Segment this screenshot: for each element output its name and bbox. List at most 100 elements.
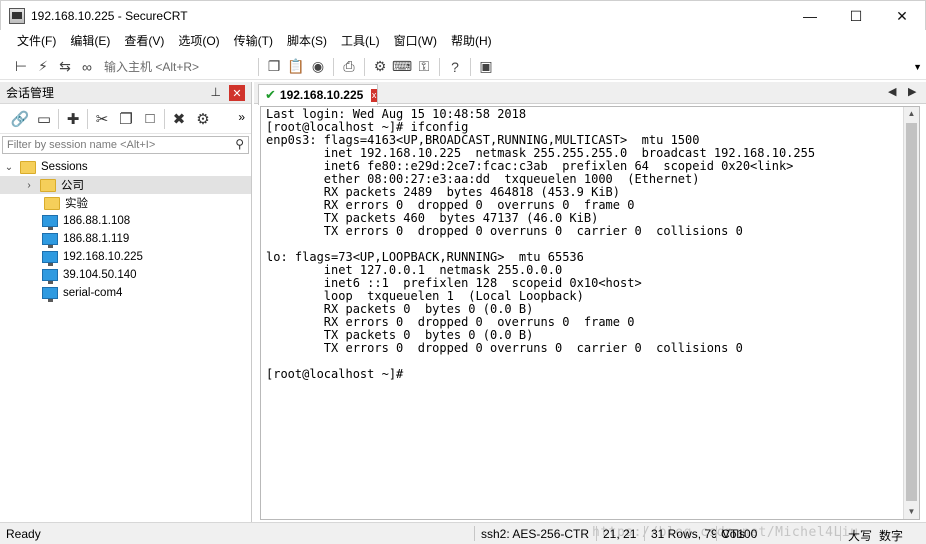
connect-icon[interactable]: ⊢ [10, 56, 32, 78]
close-icon[interactable]: x [371, 88, 377, 102]
terminal-view[interactable]: Last login: Wed Aug 15 10:48:58 2018 [roo… [260, 106, 920, 520]
cut-icon[interactable]: ✂ [90, 107, 114, 131]
menu-edit[interactable]: 编辑(E) [63, 30, 117, 52]
scroll-up-icon[interactable]: ▲ [904, 107, 919, 121]
chevron-right-icon[interactable]: ▶ [908, 85, 916, 98]
chevron-down-icon[interactable]: ⌄ [2, 162, 16, 173]
menu-transfer[interactable]: 传输(T) [227, 30, 280, 52]
toolbar-separator [258, 57, 259, 76]
toolbar-separator [164, 108, 165, 129]
reconnect-icon[interactable]: ⇆ [54, 56, 76, 78]
status-separator [596, 526, 597, 541]
terminal-line: TX errors 0 dropped 0 overruns 0 carrier… [266, 224, 743, 238]
delete-icon[interactable]: ✖ [167, 107, 191, 131]
status-caps: 大写 [848, 529, 873, 543]
folder-icon [44, 196, 60, 210]
monitor-icon [42, 269, 58, 284]
tree-item-sessions[interactable]: ⌄ Sessions [0, 158, 251, 176]
pin-icon[interactable]: ⊥ [211, 85, 221, 99]
tree-item-session[interactable]: 39.104.50.140 [0, 266, 251, 284]
tree-item-session[interactable]: 186.88.1.108 [0, 212, 251, 230]
key-icon[interactable]: ⚿ [413, 56, 435, 78]
paste-icon[interactable]: □ [138, 107, 162, 131]
tree-item-folder[interactable]: › 公司 [0, 176, 251, 194]
status-separator [716, 526, 717, 541]
menu-window[interactable]: 窗口(W) [387, 30, 444, 52]
tree-label: 公司 [61, 180, 84, 192]
window-icon[interactable]: ▭ [32, 107, 56, 131]
title-bar: 192.168.10.225 - SecureCRT — ☐ ✕ [0, 0, 926, 30]
tree-label: 实验 [65, 198, 88, 210]
session-tree: ⌄ Sessions › 公司 实验 186.88.1.108 186.88.1… [0, 158, 251, 302]
check-icon: ✔ [265, 87, 276, 102]
status-term: VT100 [722, 527, 758, 541]
keyboard-icon[interactable]: ⌨ [391, 56, 413, 78]
menu-file[interactable]: 文件(F) [10, 30, 63, 52]
monitor-icon [42, 215, 58, 230]
toolbar-separator [87, 108, 88, 129]
status-num: 数字 [879, 529, 904, 543]
window-controls: — ☐ ✕ [787, 1, 925, 31]
print-icon[interactable]: ⎙ [338, 56, 360, 78]
session-tab-strip: ✔ 192.168.10.225 x ◀ ▶ [254, 82, 926, 105]
folder-icon [20, 160, 36, 174]
menu-help[interactable]: 帮助(H) [444, 30, 499, 52]
session-manager-panel: 会话管理 ⊥ ✕ 🔗 ▭ ✚ ✂ ❐ □ ✖ ⚙ » Filter by ses… [0, 82, 252, 522]
toolbar-separator [58, 108, 59, 129]
search-icon[interactable]: ⚲ [235, 137, 244, 151]
link-icon[interactable]: ∞ [76, 56, 98, 78]
session-filter-input[interactable]: Filter by session name <Alt+I> ⚲ [2, 136, 249, 154]
chevron-right-icon[interactable]: › [22, 180, 36, 191]
status-bar: Ready https://blog.csdn.net/Michel4Liu s… [0, 522, 926, 544]
paste-icon[interactable]: 📋 [285, 56, 307, 78]
status-separator [644, 526, 645, 541]
gear-icon[interactable]: ⚙ [369, 56, 391, 78]
menu-view[interactable]: 查看(V) [117, 30, 171, 52]
close-button[interactable]: ✕ [879, 1, 925, 31]
toolbar-overflow-icon[interactable]: ▼ [913, 62, 922, 72]
status-cipher: ssh2: AES-256-CTR [481, 527, 590, 541]
close-icon[interactable]: ✕ [229, 85, 245, 101]
image-icon[interactable]: ▣ [475, 56, 497, 78]
menu-script[interactable]: 脚本(S) [280, 30, 334, 52]
help-icon[interactable]: ? [444, 56, 466, 78]
tab-session[interactable]: ✔ 192.168.10.225 x [258, 84, 378, 105]
filter-placeholder: Filter by session name <Alt+I> [7, 139, 156, 151]
tree-label: 39.104.50.140 [63, 269, 137, 281]
tree-label: 186.88.1.119 [63, 233, 130, 245]
status-ready: Ready [6, 527, 41, 541]
menu-bar: 文件(F) 编辑(E) 查看(V) 选项(O) 传输(T) 脚本(S) 工具(L… [0, 30, 926, 52]
folder-icon [40, 178, 56, 192]
terminal-scrollbar[interactable]: ▲ ▼ [903, 107, 919, 519]
minimize-button[interactable]: — [787, 1, 833, 31]
more-icon[interactable]: » [238, 110, 245, 124]
monitor-icon [42, 287, 58, 302]
scroll-down-icon[interactable]: ▼ [904, 505, 919, 519]
menu-tools[interactable]: 工具(L) [334, 30, 387, 52]
tree-item-session[interactable]: 192.168.10.225 [0, 248, 251, 266]
tree-item-session[interactable]: serial-com4 [0, 284, 251, 302]
copy-icon[interactable]: ❐ [114, 107, 138, 131]
status-separator [840, 526, 841, 541]
tree-item-session[interactable]: 186.88.1.119 [0, 230, 251, 248]
terminal-output: Last login: Wed Aug 15 10:48:58 2018 [roo… [266, 108, 902, 381]
menu-options[interactable]: 选项(O) [171, 30, 226, 52]
monitor-icon [42, 233, 58, 248]
quick-connect-input[interactable]: 输入主机 <Alt+R> [104, 58, 254, 75]
maximize-button[interactable]: ☐ [833, 1, 879, 31]
tree-label: 186.88.1.108 [63, 215, 131, 227]
tab-label: 192.168.10.225 [279, 88, 364, 102]
chevron-left-icon[interactable]: ◀ [888, 85, 896, 98]
tree-item-folder[interactable]: 实验 [0, 194, 251, 212]
lightning-icon[interactable]: ⚡ [32, 56, 54, 78]
tree-label: 192.168.10.225 [63, 251, 143, 263]
copy-icon[interactable]: ❐ [263, 56, 285, 78]
app-icon[interactable] [9, 7, 25, 24]
binoculars-icon[interactable]: ◉ [307, 56, 329, 78]
link-icon[interactable]: 🔗 [8, 107, 32, 131]
gear-icon[interactable]: ⚙ [191, 107, 215, 131]
scrollbar-thumb[interactable] [906, 123, 917, 501]
terminal-line: TX errors 0 dropped 0 overruns 0 carrier… [266, 341, 743, 355]
add-icon[interactable]: ✚ [61, 107, 85, 131]
terminal-line: [root@localhost ~]# [266, 367, 404, 381]
